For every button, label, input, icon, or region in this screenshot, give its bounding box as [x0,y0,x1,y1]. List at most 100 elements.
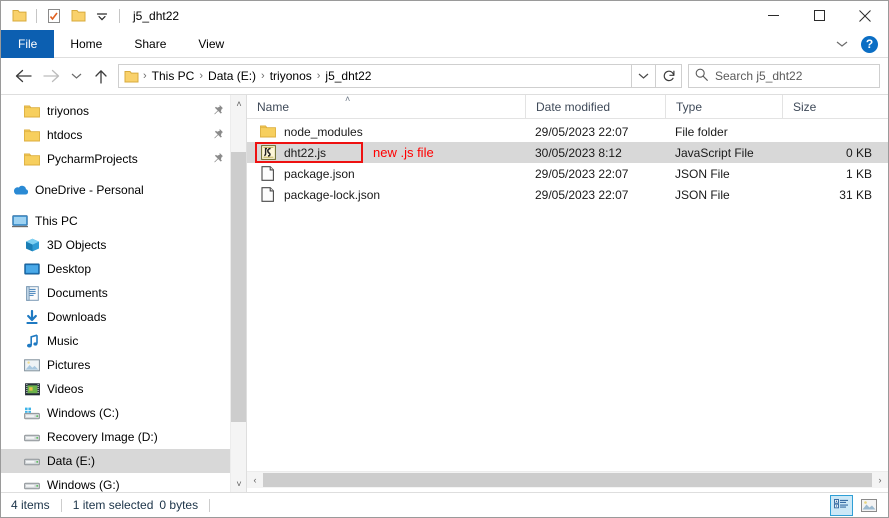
sidebar-scroll-up-icon[interactable]: ˄ [231,95,246,112]
quick-access-toolbar: j5_dht22 [1,6,179,26]
file-name-cell[interactable]: package.json [247,166,525,182]
column-header-date-modified[interactable]: Date modified [525,95,665,118]
column-header-size[interactable]: Size [782,95,888,118]
tab-file[interactable]: File [1,30,55,58]
breadcrumb-folder-icon[interactable] [124,70,139,83]
back-button[interactable] [9,63,37,89]
table-row[interactable]: dht22.js 30/05/2023 8:12 JavaScript File 0 … [247,142,888,163]
refresh-icon[interactable] [656,64,682,88]
sidebar-item-pycharmprojects[interactable]: PycharmProjects [1,147,246,171]
sort-ascending-icon: ˄ [345,94,351,104]
customize-dropdown-icon[interactable] [92,6,112,26]
file-name-label: package-lock.json [284,187,381,202]
tab-share[interactable]: Share [118,30,182,58]
music-icon [23,333,41,349]
folder-icon [23,151,41,167]
breadcrumb[interactable]: › This PC › Data (E:) › triyonos › j5_dh… [118,64,632,88]
file-name-cell[interactable]: package-lock.json [247,187,525,203]
drive-icon [23,429,41,445]
recent-locations-icon[interactable] [65,63,87,89]
window-title: j5_dht22 [133,8,180,23]
sidebar-item-this-pc[interactable]: This PC [1,209,246,233]
sidebar-item-music[interactable]: Music [1,329,246,353]
table-row[interactable]: package-lock.json 29/05/2023 22:07 JSON Fi… [247,184,888,205]
hscroll-left-icon[interactable]: ‹ [247,472,263,488]
sidebar-item-label: PycharmProjects [47,152,138,166]
tab-home[interactable]: Home [54,30,118,58]
table-row[interactable]: node_modules 29/05/2023 22:07 File folder [247,121,888,142]
large-icons-view-button[interactable] [857,495,880,516]
search-input[interactable]: Search j5_dht22 [688,64,880,88]
breadcrumb-item-triyonos[interactable]: triyonos [266,69,316,83]
sidebar-scroll-down-icon[interactable]: ˅ [231,475,246,492]
toolbar-separator [36,8,37,23]
details-view-button[interactable] [830,495,853,516]
pin-icon[interactable] [212,104,224,119]
column-header-name[interactable]: ˄ Name [247,94,525,118]
sidebar-item-windows-c[interactable]: Windows (C:) [1,401,246,425]
sidebar-item-3d-objects[interactable]: 3D Objects [1,233,246,257]
downloads-icon [23,309,41,325]
sidebar-item-label: OneDrive - Personal [35,183,144,197]
documents-icon [23,285,41,301]
forward-button[interactable] [37,63,65,89]
sidebar-item-data-e[interactable]: Data (E:) [1,449,246,473]
json-file-icon [259,187,277,203]
sidebar-item-label: Windows (C:) [47,406,120,420]
sidebar-item-windows-g[interactable]: Windows (G:) [1,473,246,492]
breadcrumb-item-j5-dht22[interactable]: j5_dht22 [321,69,375,83]
column-header-date-label: Date modified [536,99,611,114]
breadcrumb-item-this-pc[interactable]: This PC [148,69,199,83]
hscroll-thumb[interactable] [263,473,872,487]
horizontal-scrollbar[interactable]: ‹ › [247,471,888,488]
sidebar-item-recovery-image-d[interactable]: Recovery Image (D:) [1,425,246,449]
expand-ribbon-icon[interactable] [831,33,853,55]
tab-view[interactable]: View [182,30,240,58]
address-dropdown-icon[interactable] [632,64,656,88]
column-header-size-label: Size [793,99,817,114]
column-header-name-label: Name [257,99,290,114]
sidebar-item-videos[interactable]: Videos [1,377,246,401]
sidebar-scrollbar[interactable]: ˄ ˅ [230,95,246,492]
sidebar-item-label: Videos [47,382,84,396]
column-header-type[interactable]: Type [665,95,782,118]
sidebar-item-onedrive-personal[interactable]: OneDrive - Personal [1,178,246,202]
sidebar-item-triyonos[interactable]: triyonos [1,99,246,123]
sidebar-item-downloads[interactable]: Downloads [1,305,246,329]
hscroll-right-icon[interactable]: › [872,472,888,488]
file-date-cell: 29/05/2023 22:07 [535,166,629,181]
new-folder-icon[interactable] [68,6,88,26]
folder-icon[interactable] [9,6,29,26]
pin-icon[interactable] [212,128,224,143]
up-button[interactable] [87,63,115,89]
ribbon-tabs: File Home Share View ? [1,30,888,58]
close-button[interactable] [842,1,888,30]
search-placeholder: Search j5_dht22 [715,69,803,83]
folder-icon [23,103,41,119]
minimize-button[interactable] [750,1,796,30]
file-type-cell: File folder [675,124,728,139]
breadcrumb-item-data-e[interactable]: Data (E:) [204,69,260,83]
hscroll-track[interactable] [263,472,872,488]
table-row[interactable]: package.json 29/05/2023 22:07 JSON File 1 K… [247,163,888,184]
3d-objects-icon [23,237,41,253]
properties-icon[interactable] [44,6,64,26]
drive-icon [23,477,41,492]
sidebar-scroll-thumb[interactable] [231,152,246,422]
maximize-button[interactable] [796,1,842,30]
toolbar-separator-2 [119,8,120,23]
desktop-icon [23,261,41,277]
sidebar-list: triyonos htdocs PycharmProjects OneDrive - … [1,95,246,492]
help-button[interactable]: ? [861,35,878,53]
sidebar-item-documents[interactable]: Documents [1,281,246,305]
file-size-cell: 0 KB [845,145,872,160]
status-bar: 4 items 1 item selected 0 bytes [1,492,888,517]
sidebar-item-htdocs[interactable]: htdocs [1,123,246,147]
pin-icon[interactable] [212,152,224,167]
sidebar-item-desktop[interactable]: Desktop [1,257,246,281]
sidebar-item-label: 3D Objects [47,238,107,252]
folder-icon [259,124,277,140]
sidebar-item-pictures[interactable]: Pictures [1,353,246,377]
file-name-cell[interactable]: node_modules [247,124,525,140]
